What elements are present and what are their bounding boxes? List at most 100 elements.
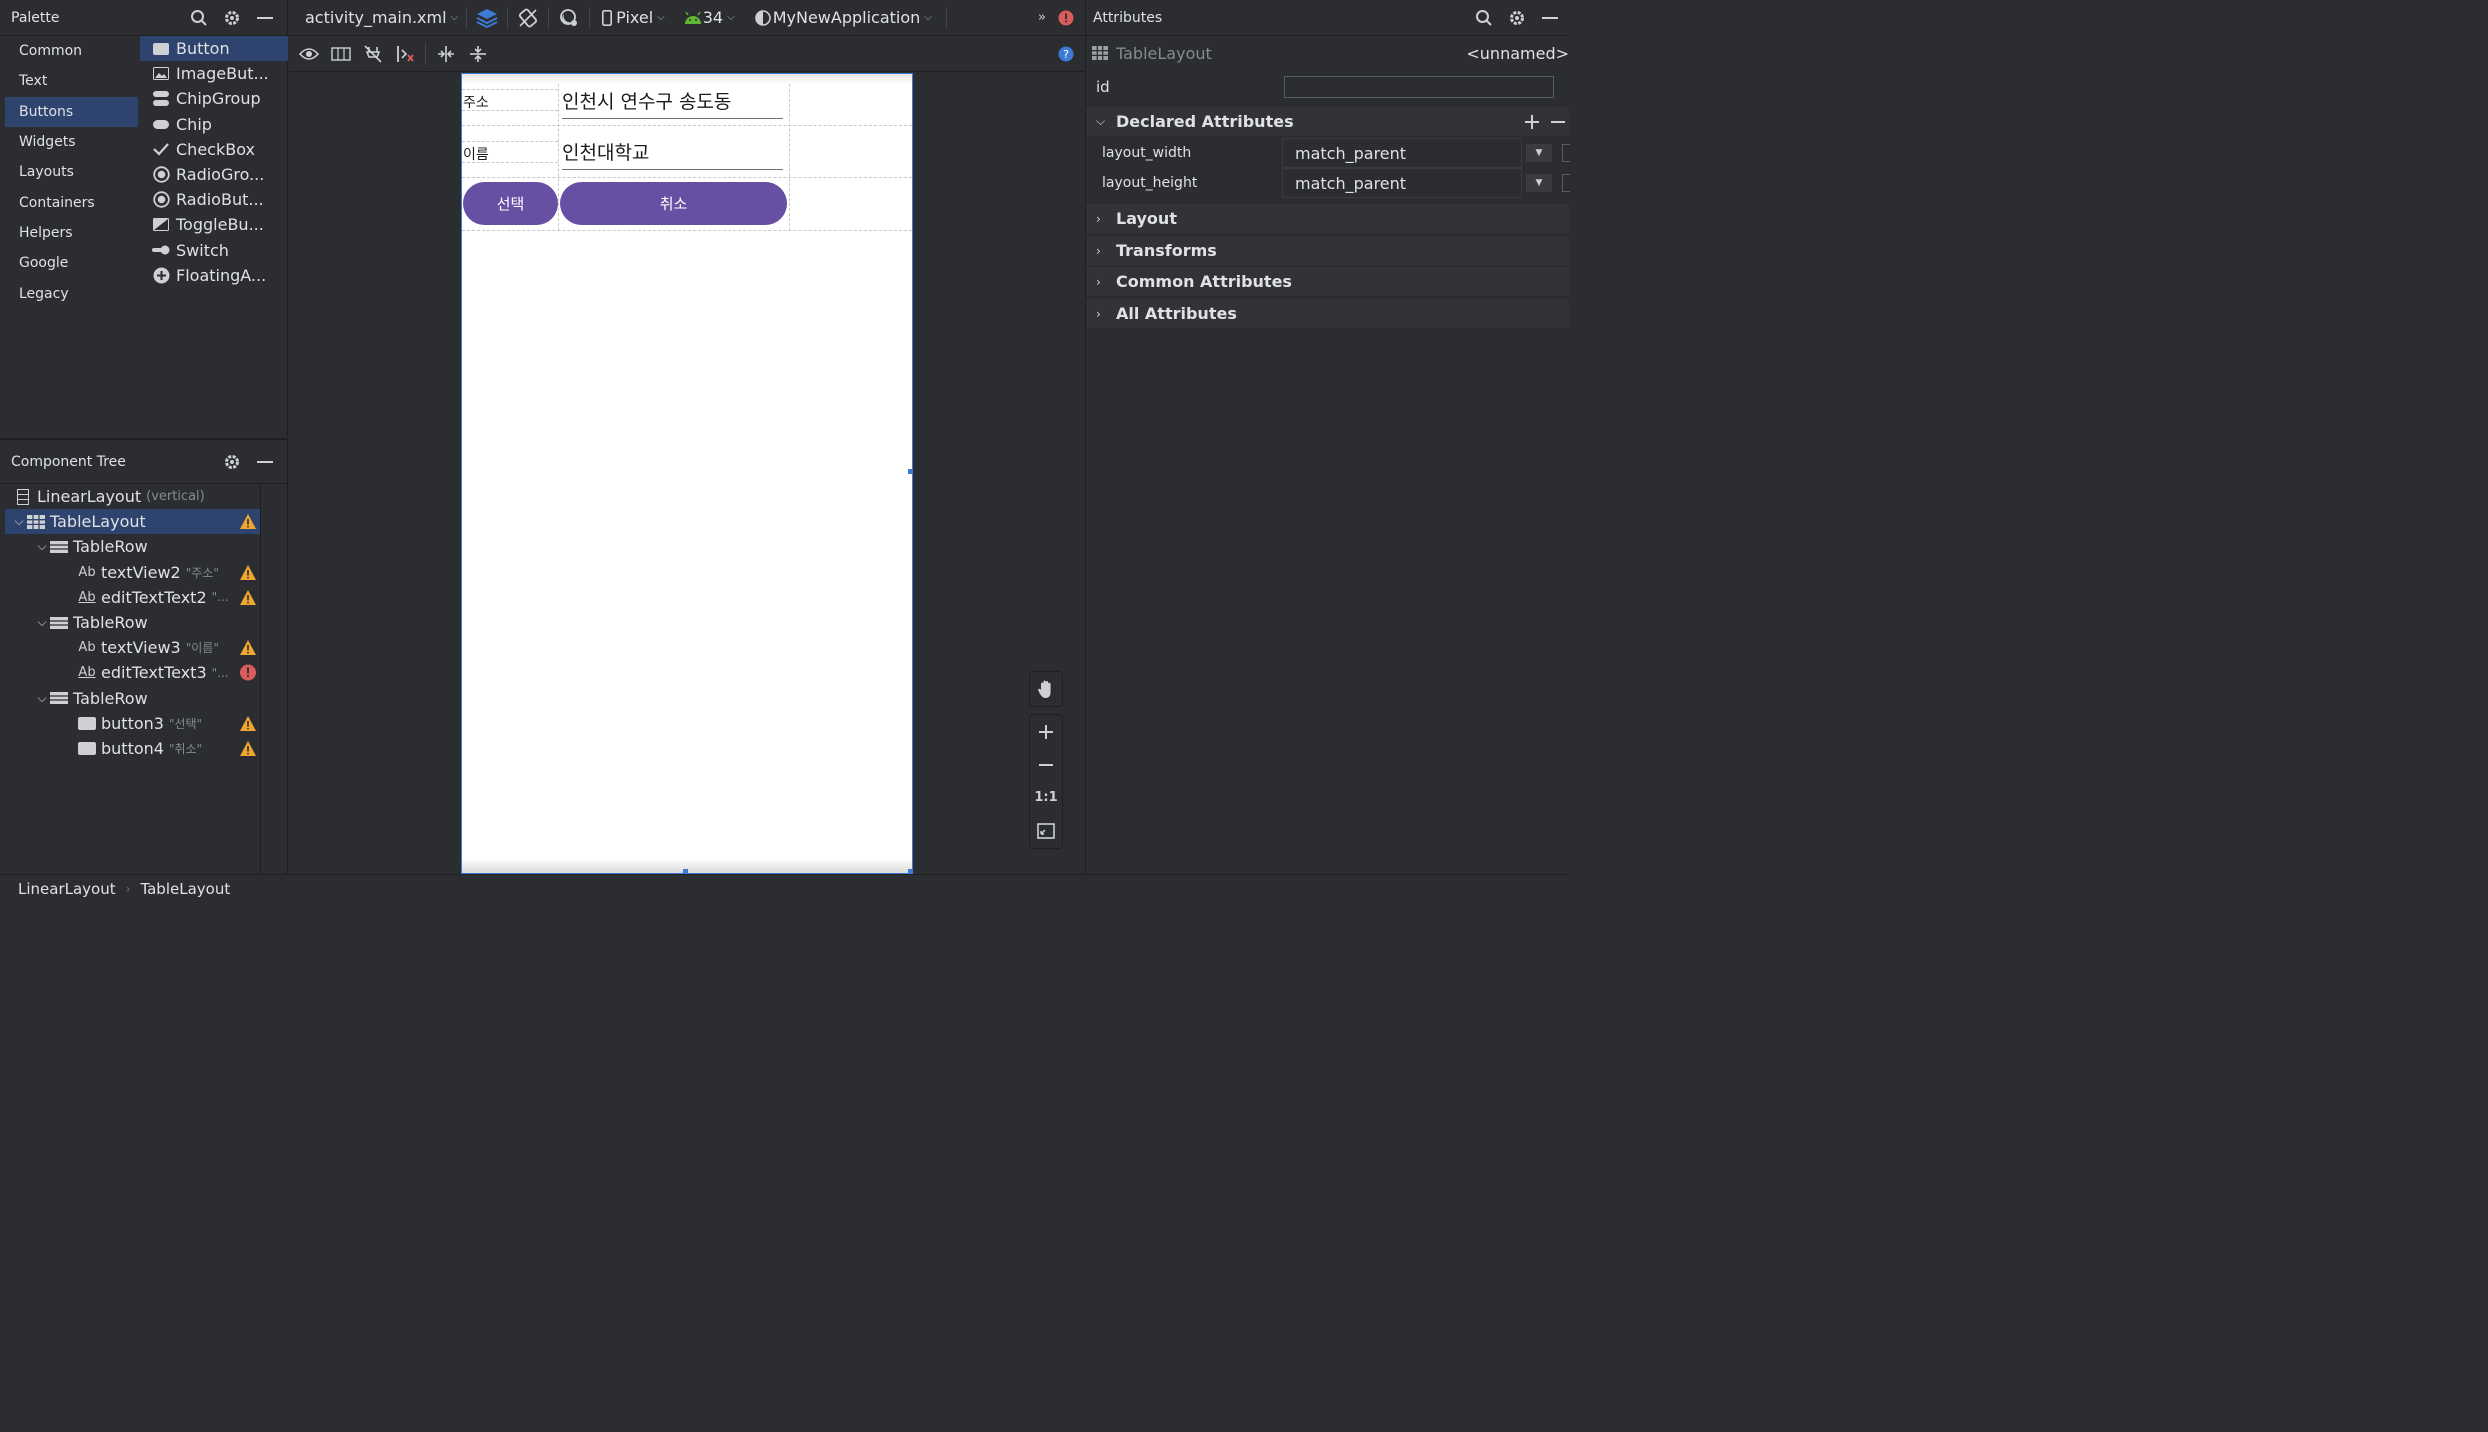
picker-icon[interactable] [1562, 144, 1570, 162]
preview-input-address[interactable]: 인천시 연수구 송도동 [562, 87, 783, 119]
id-field[interactable] [1284, 76, 1554, 98]
layout-section[interactable]: › Layout [1086, 204, 1569, 234]
widget-fab[interactable]: FloatingA... [140, 263, 288, 288]
tree-node-button3[interactable]: button3 "선택" [5, 711, 260, 736]
category-containers[interactable]: Containers [5, 187, 138, 217]
search-icon[interactable] [188, 7, 210, 29]
preview-label-name[interactable]: 이름 [463, 144, 489, 164]
tree-node-tablerow[interactable]: ⌵ TableRow [5, 534, 260, 559]
warning-icon[interactable] [239, 589, 257, 606]
widget-chip[interactable]: Chip [140, 112, 288, 137]
common-attributes-section[interactable]: › Common Attributes [1086, 267, 1569, 297]
design-surface-icon[interactable] [475, 6, 499, 30]
preview-input-name[interactable]: 인천대학교 [562, 138, 783, 170]
transforms-section[interactable]: › Transforms [1086, 236, 1569, 266]
breadcrumb-item[interactable]: LinearLayout [18, 880, 116, 898]
pack-vertical-icon[interactable] [466, 42, 490, 66]
category-text[interactable]: Text [5, 66, 138, 96]
widget-switch[interactable]: Switch [140, 238, 288, 263]
minimize-icon[interactable] [254, 7, 276, 29]
gear-icon[interactable] [1506, 7, 1528, 29]
add-attribute-icon[interactable] [1521, 114, 1543, 129]
api-selector[interactable]: 34 ⌵ [683, 6, 735, 30]
widget-button[interactable]: Button [140, 36, 288, 62]
gear-icon[interactable] [221, 7, 243, 29]
warning-icon[interactable] [239, 564, 257, 581]
zoom-in-icon[interactable] [1029, 715, 1063, 748]
zoom-out-icon[interactable] [1029, 748, 1063, 781]
widget-radiogroup[interactable]: RadioGro... [140, 162, 288, 187]
pack-horizontal-icon[interactable] [434, 42, 458, 66]
error-icon[interactable] [239, 664, 257, 681]
warning-icon[interactable] [239, 513, 257, 530]
warning-icon[interactable] [239, 740, 257, 757]
minimize-icon[interactable] [254, 451, 276, 473]
tree-node-textview2[interactable]: Ab textView2 "주소" [5, 560, 260, 585]
breadcrumb-item[interactable]: TableLayout [140, 880, 230, 898]
gear-icon[interactable] [221, 451, 243, 473]
file-selector[interactable]: activity_main.xml ⌵ [305, 8, 458, 27]
widget-togglebutton[interactable]: ToggleBu... [140, 212, 288, 237]
device-preview[interactable]: 주소 인천시 연수구 송도동 이름 인천대학교 선택 취소 [461, 73, 913, 874]
tree-node-tablerow[interactable]: ⌵ TableRow [5, 686, 260, 711]
category-helpers[interactable]: Helpers [5, 218, 138, 248]
category-widgets[interactable]: Widgets [5, 127, 138, 157]
tree-node-button4[interactable]: button4 "취소" [5, 736, 260, 761]
zoom-actual-size-button[interactable]: 1:1 [1029, 781, 1063, 814]
device-selector[interactable]: Pixel ⌵ [598, 6, 665, 30]
category-google[interactable]: Google [5, 248, 138, 278]
category-common[interactable]: Common [5, 36, 138, 66]
tree-node-edittexttext2[interactable]: Ab editTextText2 "... [5, 585, 260, 610]
widget-imagebutton[interactable]: ImageBut... [140, 61, 288, 86]
margins-icon[interactable] [329, 42, 353, 66]
attribute-value-field[interactable]: match_parent [1282, 138, 1522, 168]
widget-chipgroup[interactable]: ChipGroup [140, 86, 288, 111]
preview-select-button[interactable]: 선택 [463, 182, 558, 225]
error-icon[interactable] [1054, 6, 1078, 30]
tree-node-edittexttext3[interactable]: Ab editTextText3 "... [5, 660, 260, 685]
attribute-value-field[interactable]: match_parent [1282, 168, 1522, 198]
tree-node-hint: "이름" [185, 641, 219, 656]
chevron-down-icon[interactable]: ⌵ [35, 691, 49, 706]
all-attributes-section[interactable]: › All Attributes [1086, 299, 1569, 329]
preview-label-address[interactable]: 주소 [463, 92, 489, 112]
search-icon[interactable] [1473, 7, 1495, 29]
clear-constraints-icon[interactable] [393, 42, 417, 66]
zoom-to-fit-icon[interactable] [1029, 814, 1063, 847]
hand-icon[interactable] [1029, 672, 1063, 705]
picker-icon[interactable] [1562, 174, 1570, 192]
design-canvas[interactable]: 주소 인천시 연수구 송도동 이름 인천대학교 선택 취소 1:1 [289, 73, 1084, 874]
declared-attributes-section[interactable]: ⌵ Declared Attributes [1086, 107, 1569, 137]
category-layouts[interactable]: Layouts [5, 157, 138, 187]
category-legacy[interactable]: Legacy [5, 278, 138, 308]
warning-icon[interactable] [239, 715, 257, 732]
chevron-down-icon[interactable]: ⌵ [35, 615, 49, 630]
tree-node-tablerow[interactable]: ⌵ TableRow [5, 610, 260, 635]
eye-icon[interactable] [297, 42, 321, 66]
tree-node-label: TableRow [73, 537, 148, 557]
overflow-chevron-icon[interactable]: » [1030, 6, 1054, 30]
tree-node-label: textView3 [101, 638, 181, 658]
minimize-icon[interactable] [1539, 7, 1561, 29]
warning-icon[interactable] [239, 639, 257, 656]
widget-checkbox[interactable]: CheckBox [140, 137, 288, 162]
orientation-icon[interactable] [516, 6, 540, 30]
widget-label: RadioBut... [176, 190, 264, 210]
tree-node-linearlayout[interactable]: LinearLayout (vertical) [5, 484, 260, 509]
preview-cancel-button[interactable]: 취소 [560, 182, 787, 225]
tree-node-tablelayout[interactable]: ⌵ TableLayout [5, 509, 260, 535]
resize-handle[interactable] [908, 469, 913, 474]
help-icon[interactable]: ? [1054, 42, 1078, 66]
dropdown-arrow-icon[interactable]: ▼ [1526, 144, 1552, 162]
theme-selector[interactable]: MyNewApplication ⌵ [753, 6, 932, 30]
dropdown-arrow-icon[interactable]: ▼ [1526, 174, 1552, 192]
widget-radiobutton[interactable]: RadioBut... [140, 187, 288, 212]
remove-attribute-icon[interactable] [1547, 120, 1569, 123]
widget-label: Switch [176, 240, 229, 260]
autoconnect-off-icon[interactable] [361, 42, 385, 66]
chevron-down-icon[interactable]: ⌵ [12, 514, 26, 529]
night-mode-icon[interactable] [557, 6, 581, 30]
chevron-down-icon[interactable]: ⌵ [35, 539, 49, 554]
tree-node-textview3[interactable]: Ab textView3 "이름" [5, 635, 260, 660]
category-buttons[interactable]: Buttons [5, 96, 138, 127]
